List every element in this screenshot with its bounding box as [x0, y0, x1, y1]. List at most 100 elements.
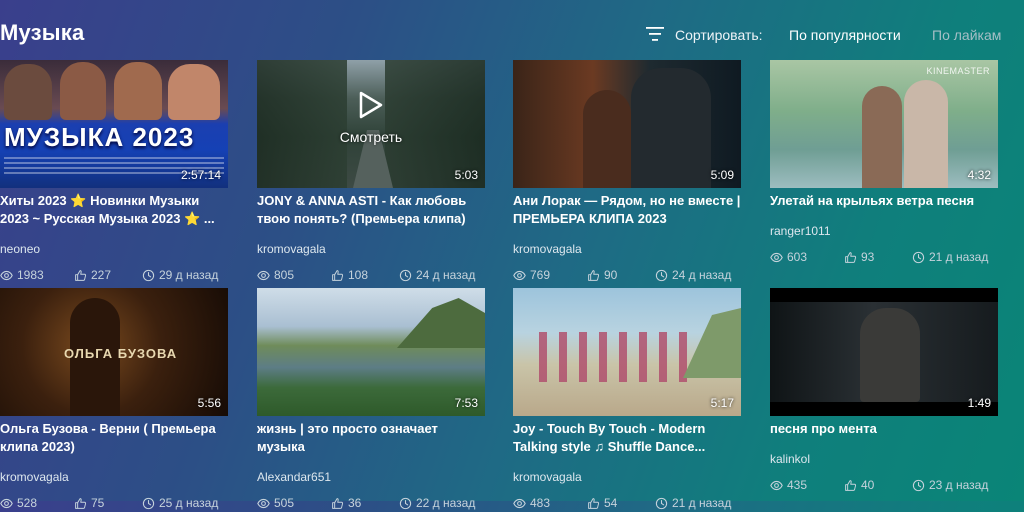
likes-count: 93 — [844, 250, 874, 264]
video-card[interactable]: 1:49 песня про мента kalinkol 435 40 23 … — [770, 288, 998, 494]
upload-date: 24 д назад — [655, 268, 731, 282]
likes-count: 90 — [587, 268, 617, 282]
thumbnail-banner-text: МУЗЫКА 2023 — [4, 122, 195, 152]
video-duration: 5:03 — [454, 168, 478, 182]
video-title[interactable]: жизнь | это просто означает музыка — [257, 420, 485, 456]
likes-count: 40 — [844, 478, 874, 492]
thumbs-up-icon — [74, 269, 87, 282]
video-thumbnail[interactable]: 1:49 — [770, 288, 998, 416]
sort-by-likes[interactable]: По лайкам — [932, 27, 1001, 43]
video-author[interactable]: kromovagala — [513, 242, 741, 256]
upload-date: 24 д назад — [399, 268, 475, 282]
thumbs-up-icon — [844, 479, 857, 492]
video-card[interactable]: 5:09 Ани Лорак — Рядом, но не вместе | П… — [513, 60, 741, 284]
eye-icon — [770, 251, 783, 264]
upload-date: 21 д назад — [655, 496, 731, 510]
sort-label: Сортировать: — [675, 27, 763, 43]
clock-icon — [142, 269, 155, 282]
watch-label: Смотреть — [339, 129, 403, 145]
watermark-text: KINEMASTER — [926, 66, 990, 76]
video-card[interactable]: 5:17 Joy - Touch By Touch - Modern Talki… — [513, 288, 741, 512]
upload-date: 25 д назад — [142, 496, 218, 510]
eye-icon — [513, 269, 526, 282]
video-card[interactable]: KINEMASTER 4:32 Улетай на крыльях ветра … — [770, 60, 998, 266]
video-author[interactable]: kromovagala — [257, 242, 485, 256]
video-duration: 1:49 — [967, 396, 991, 410]
video-author[interactable]: ranger1011 — [770, 224, 998, 238]
video-title[interactable]: Ани Лорак — Рядом, но не вместе | ПРЕМЬЕ… — [513, 192, 741, 228]
video-card[interactable]: МУЗЫКА 2023 2:57:14 Хиты 2023 ⭐ Новинки … — [0, 60, 228, 284]
video-duration: 5:09 — [710, 168, 734, 182]
upload-date: 21 д назад — [912, 250, 988, 264]
thumbs-up-icon — [844, 251, 857, 264]
video-thumbnail[interactable]: 5:17 — [513, 288, 741, 416]
upload-date: 23 д назад — [912, 478, 988, 492]
thumbs-up-icon — [587, 269, 600, 282]
views-count: 505 — [257, 496, 294, 510]
video-thumbnail[interactable]: 5:09 — [513, 60, 741, 188]
likes-count: 75 — [74, 496, 104, 510]
video-stats: 483 54 21 д назад — [513, 496, 741, 512]
video-author[interactable]: kromovagala — [0, 470, 228, 484]
video-title[interactable]: JONY & ANNA ASTI - Как любовь твою понят… — [257, 192, 485, 228]
thumbs-up-icon — [331, 269, 344, 282]
thumbnail-overlay-text: ОЛЬГА БУЗОВА — [64, 346, 178, 361]
clock-icon — [142, 497, 155, 510]
clock-icon — [655, 269, 668, 282]
views-count: 435 — [770, 478, 807, 492]
video-thumbnail[interactable]: KINEMASTER 4:32 — [770, 60, 998, 188]
video-title[interactable]: Joy - Touch By Touch - Modern Talking st… — [513, 420, 741, 456]
video-stats: 435 40 23 д назад — [770, 478, 998, 494]
video-thumbnail[interactable]: МУЗЫКА 2023 2:57:14 — [0, 60, 228, 188]
video-stats: 603 93 21 д назад — [770, 250, 998, 266]
views-count: 1983 — [0, 268, 44, 282]
clock-icon — [912, 479, 925, 492]
video-author[interactable]: neoneo — [0, 242, 228, 256]
video-title[interactable]: Хиты 2023 ⭐ Новинки Музыки 2023 ~ Русска… — [0, 192, 228, 228]
page-title: Музыка — [0, 20, 85, 45]
video-thumbnail[interactable]: Смотреть 5:03 — [257, 60, 485, 188]
video-stats: 769 90 24 д назад — [513, 268, 741, 284]
video-duration: 5:56 — [197, 396, 221, 410]
thumbs-up-icon — [74, 497, 87, 510]
thumbs-up-icon — [587, 497, 600, 510]
video-stats: 528 75 25 д назад — [0, 496, 228, 512]
video-card[interactable]: Смотреть 5:03 JONY & ANNA ASTI - Как люб… — [257, 60, 485, 284]
video-author[interactable]: kalinkol — [770, 452, 998, 466]
views-count: 483 — [513, 496, 550, 510]
header: Музыка Сортировать: По популярности По л… — [0, 0, 1024, 60]
upload-date: 22 д назад — [399, 496, 475, 510]
views-count: 528 — [0, 496, 37, 510]
clock-icon — [655, 497, 668, 510]
video-title[interactable]: песня про мента — [770, 420, 998, 438]
eye-icon — [770, 479, 783, 492]
views-count: 805 — [257, 268, 294, 282]
likes-count: 108 — [331, 268, 368, 282]
video-duration: 2:57:14 — [180, 168, 221, 182]
video-stats: 805 108 24 д назад — [257, 268, 485, 284]
video-author[interactable]: Alexandar651 — [257, 470, 485, 484]
thumbs-up-icon — [331, 497, 344, 510]
sort-icon[interactable] — [646, 27, 664, 41]
play-icon[interactable] — [358, 90, 384, 120]
video-title[interactable]: Улетай на крыльях ветра песня — [770, 192, 998, 210]
video-thumbnail[interactable]: ОЛЬГА БУЗОВА 5:56 — [0, 288, 228, 416]
eye-icon — [513, 497, 526, 510]
eye-icon — [257, 497, 270, 510]
likes-count: 227 — [74, 268, 111, 282]
video-thumbnail[interactable]: 7:53 — [257, 288, 485, 416]
video-duration: 4:32 — [967, 168, 991, 182]
clock-icon — [912, 251, 925, 264]
upload-date: 29 д назад — [142, 268, 218, 282]
likes-count: 36 — [331, 496, 361, 510]
views-count: 769 — [513, 268, 550, 282]
eye-icon — [0, 497, 13, 510]
video-title[interactable]: Ольга Бузова - Верни ( Премьера клипа 20… — [0, 420, 228, 456]
video-card[interactable]: ОЛЬГА БУЗОВА 5:56 Ольга Бузова - Верни (… — [0, 288, 228, 512]
video-author[interactable]: kromovagala — [513, 470, 741, 484]
video-card[interactable]: 7:53 жизнь | это просто означает музыка … — [257, 288, 485, 512]
sort-by-popularity[interactable]: По популярности — [789, 27, 901, 43]
video-stats: 505 36 22 д назад — [257, 496, 485, 512]
watch-overlay[interactable]: Смотреть — [257, 90, 485, 145]
views-count: 603 — [770, 250, 807, 264]
